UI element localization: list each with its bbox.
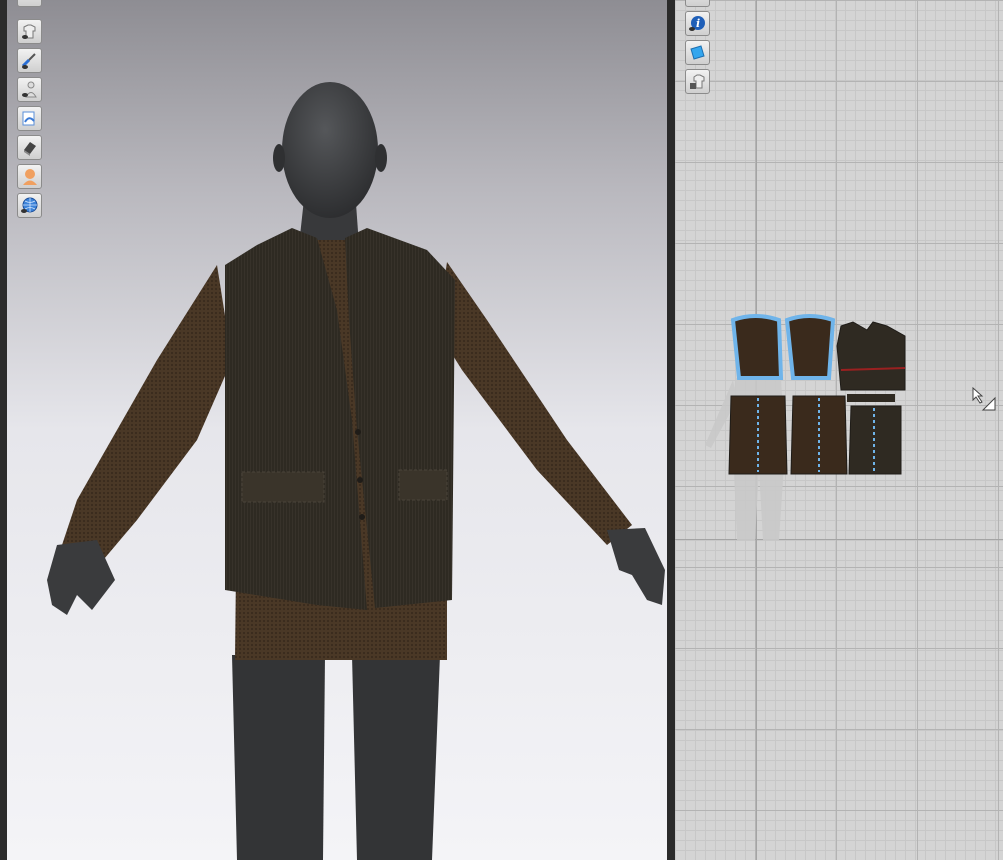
show-avatar-button[interactable] [17, 77, 42, 102]
sleeve-piece-right [784, 314, 836, 380]
show-garment-button[interactable] [17, 19, 42, 44]
3d-viewport[interactable] [7, 0, 667, 860]
globe-environment-icon [21, 197, 38, 213]
skin-avatar-icon [23, 169, 37, 185]
cursor-resize-icon [972, 386, 996, 411]
pattern-texture-icon [690, 45, 705, 60]
info-icon: i [689, 16, 705, 31]
info-button[interactable]: i [685, 11, 710, 36]
vest-front-piece [836, 321, 906, 391]
left-frame [0, 0, 7, 860]
texture-view-button[interactable] [17, 106, 42, 131]
pattern-texture-button[interactable] [685, 40, 710, 65]
skin-avatar-button[interactable] [17, 164, 42, 189]
show-garment-icon [22, 24, 36, 39]
pattern-pieces [705, 314, 906, 540]
environment-button[interactable] [17, 193, 42, 218]
avatar-with-garment [47, 82, 665, 860]
2d-pattern-window[interactable]: i [675, 0, 1003, 860]
texture-view-icon [22, 111, 35, 126]
hide-garment-button[interactable] [17, 135, 42, 160]
avatar-brush-button[interactable] [17, 48, 42, 73]
lock-garment-icon [690, 74, 705, 89]
sleeve-piece-left [730, 314, 784, 380]
hide-3d-garment-icon [24, 142, 36, 156]
top-tool-button[interactable] [17, 0, 42, 7]
2d-top-tool-button[interactable] [685, 0, 710, 7]
show-avatar-icon [22, 81, 37, 98]
show-avatar-brush-icon [21, 53, 36, 69]
lock-garment-button[interactable] [685, 69, 710, 94]
pane-divider[interactable] [667, 0, 675, 860]
svg-text:i: i [696, 17, 700, 30]
